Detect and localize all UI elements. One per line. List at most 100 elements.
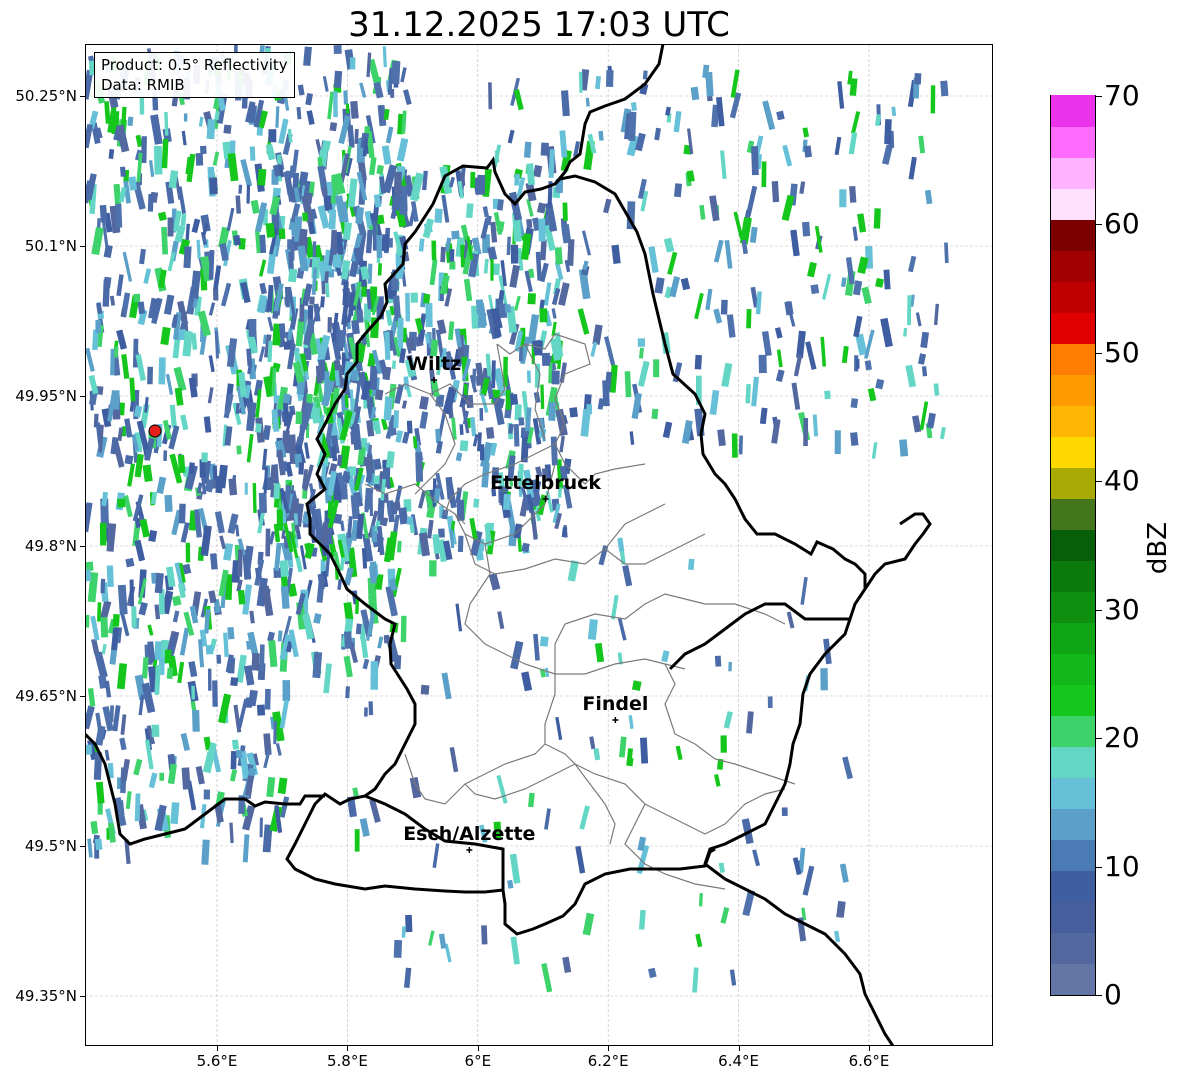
echo-cell [275, 743, 282, 756]
echo-cell [440, 246, 446, 263]
echo-cell [264, 688, 271, 710]
echo-cell [277, 777, 288, 795]
echo-cell [637, 338, 646, 347]
echo-cell [343, 90, 349, 105]
echo-cell [536, 202, 547, 214]
echo-cell [134, 793, 141, 822]
echo-cell [875, 277, 885, 288]
echo-cell [726, 314, 736, 338]
echo-cell [654, 277, 665, 294]
echo-cell [213, 265, 222, 291]
echo-cell [327, 91, 334, 120]
radar-map[interactable]: Wiltz Ettelbruck Findel Esch/Alzette [85, 44, 993, 1046]
echo-cell [762, 100, 776, 131]
echo-cell [593, 748, 601, 761]
lon-tick-label: 5.8°E [326, 1052, 368, 1070]
echo-cell [548, 401, 557, 421]
echo-cell [374, 389, 384, 401]
colorbar-tick-label: 40 [1104, 464, 1140, 498]
echo-cell [505, 389, 511, 410]
echo-cell [705, 71, 714, 97]
echo-cell [183, 246, 192, 269]
echo-cell [149, 160, 155, 177]
echo-cell [415, 452, 424, 482]
echo-cell [728, 661, 732, 672]
echo-cell [324, 371, 330, 398]
echo-cell [848, 132, 858, 155]
echo-cell [396, 540, 402, 553]
echo-cell [585, 97, 590, 107]
echo-cell [350, 100, 359, 119]
lon-tick-mark [738, 1046, 740, 1051]
echo-cell [206, 119, 216, 140]
echo-cell [188, 661, 198, 678]
echo-cell [675, 745, 683, 761]
echo-cell [166, 667, 174, 680]
lon-tick-mark [869, 1046, 870, 1051]
echo-cell [207, 387, 214, 404]
echo-cell [496, 774, 508, 804]
echo-cell [259, 644, 265, 673]
echo-cell [542, 352, 551, 366]
echo-cell [391, 60, 401, 85]
echo-cell [473, 498, 480, 508]
echo-cell [479, 408, 484, 421]
echo-cell [393, 655, 402, 670]
echo-cell [373, 475, 380, 485]
echo-cell [628, 715, 634, 729]
city-label-wiltz: Wiltz [407, 353, 461, 375]
echo-cell [406, 420, 413, 434]
echo-cell [237, 549, 243, 577]
echo-cell [157, 211, 167, 222]
echo-cell [638, 909, 646, 930]
echo-cell [721, 362, 733, 388]
echo-cell [185, 542, 191, 563]
echo-cell [429, 560, 437, 577]
echo-cell [282, 393, 291, 404]
echo-cell [309, 296, 315, 305]
echo-cell [237, 589, 246, 605]
echo-cell [209, 177, 218, 195]
echo-cell [265, 222, 276, 238]
echo-cell [180, 414, 189, 431]
colorbar-segment [1051, 839, 1095, 871]
echo-cell [864, 360, 872, 371]
product-info-box: Product: 0.5° Reflectivity Data: RMIB [94, 52, 295, 98]
echo-cell [208, 355, 215, 373]
echo-cell [120, 612, 130, 637]
echo-cell [266, 776, 276, 798]
echo-cell [351, 423, 362, 451]
echo-cell [131, 606, 137, 628]
echo-cell [372, 420, 380, 431]
echo-cell [539, 308, 548, 323]
echo-cell [820, 668, 828, 691]
echo-cell [771, 181, 780, 203]
echo-cell [230, 677, 239, 687]
colorbar-segment [1051, 405, 1095, 437]
echo-cell [161, 226, 169, 255]
echo-cell [746, 711, 754, 734]
echo-cell [302, 212, 309, 222]
echo-cell [485, 427, 495, 439]
echo-cell [345, 686, 350, 699]
echo-cell [587, 619, 598, 640]
echo-cell [533, 164, 543, 178]
echo-cell [884, 119, 892, 145]
echo-cell [857, 213, 867, 233]
echo-cell [87, 838, 93, 858]
echo-cell [295, 411, 303, 425]
echo-cell [364, 707, 368, 717]
echo-cell [539, 636, 549, 647]
echo-cell [355, 598, 360, 615]
lon-tick-label: 5.6°E [196, 1052, 238, 1070]
echo-cell [121, 354, 130, 379]
echo-cell [405, 292, 411, 322]
echo-cell [749, 226, 758, 244]
echo-cell [751, 146, 759, 176]
echo-cell [761, 330, 772, 357]
lon-tick-label: 6.6°E [848, 1052, 890, 1070]
echo-cell [705, 288, 713, 311]
echo-cell [277, 630, 283, 642]
echo-cell [709, 389, 720, 416]
echo-cell [393, 939, 403, 958]
